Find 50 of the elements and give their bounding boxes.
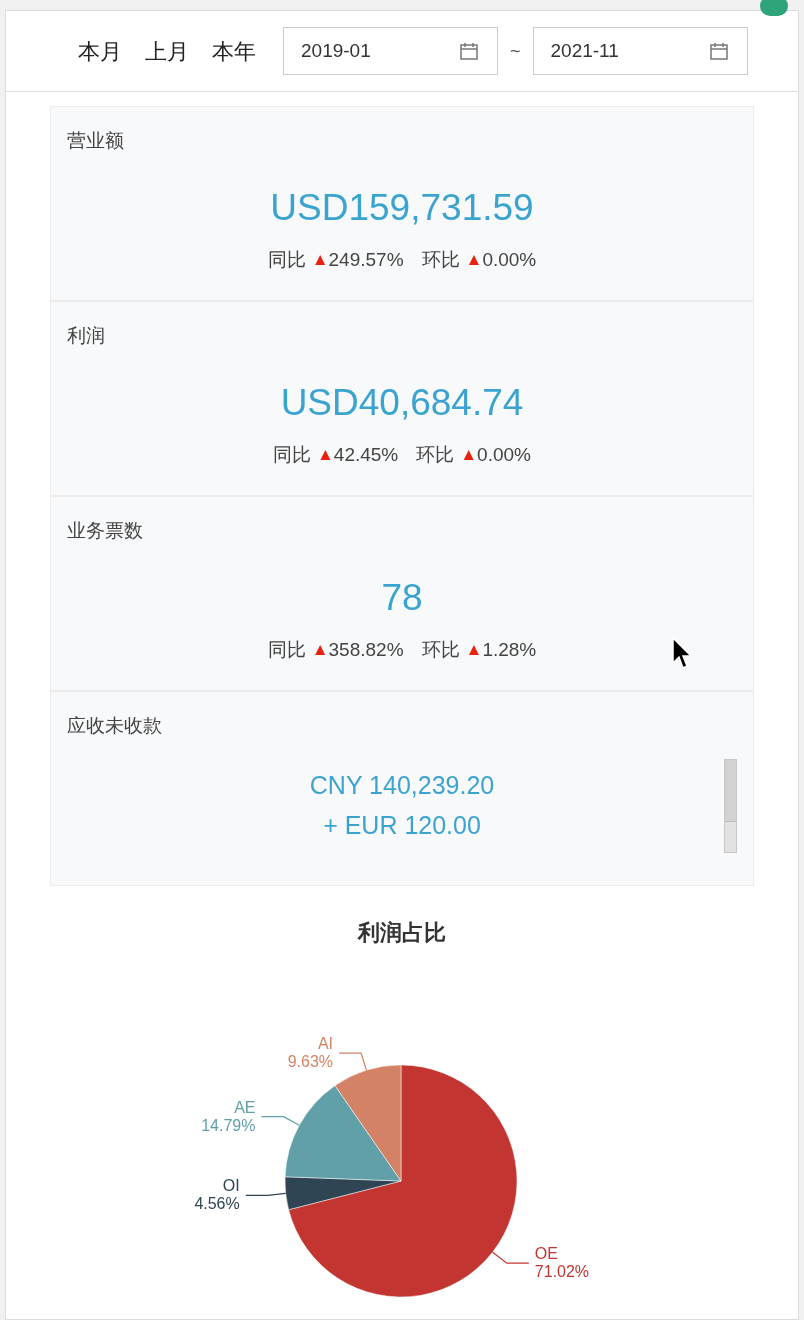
trend-arrow: ▲ (465, 249, 483, 271)
cursor-icon (671, 637, 695, 671)
range-separator: ~ (510, 39, 521, 63)
stat-label: 同比 (267, 247, 306, 272)
card-value: USD159,731.59 (270, 185, 534, 230)
stat-value: 42.45% (333, 442, 399, 467)
slice-value: 4.56% (194, 1195, 240, 1213)
slice-label: OI (222, 1177, 240, 1195)
slice-label: AI (317, 1035, 334, 1053)
slice-value: 9.63% (287, 1053, 334, 1071)
card-value: + EUR 120.00 (323, 809, 481, 841)
slice-label: OE (534, 1245, 558, 1263)
stat-label: 同比 (267, 637, 306, 662)
leader-line (492, 1251, 530, 1264)
card-value: USD40,684.74 (280, 380, 524, 425)
leader-line (260, 1116, 300, 1126)
card-title: 业务票数 (67, 519, 143, 543)
trend-arrow: ▲ (311, 249, 329, 271)
stat-value: 0.00% (477, 442, 531, 467)
trend-arrow: ▲ (460, 444, 478, 466)
range-link[interactable]: 上月 (145, 34, 189, 68)
leader-line (245, 1192, 287, 1196)
card-value: 78 (381, 575, 423, 620)
date-field[interactable]: 2021-11 (532, 27, 748, 75)
trend-arrow: ▲ (311, 639, 329, 661)
slice-value: 14.79% (201, 1116, 256, 1134)
chart-title: 利润占比 (358, 919, 446, 947)
stat-value: 358.82% (328, 637, 404, 662)
range-link[interactable]: 本年 (212, 34, 256, 68)
card-title: 营业额 (67, 129, 124, 153)
date-field[interactable]: 2019-01 (283, 27, 498, 75)
stat-value: 0.00% (482, 247, 537, 272)
stat-value: 249.57% (328, 247, 404, 272)
slice-value: 71.02% (534, 1263, 590, 1281)
card-title: 利润 (67, 324, 105, 348)
scrollbar[interactable] (724, 759, 737, 853)
leader-line (338, 1052, 368, 1071)
slice-label: AE (234, 1098, 256, 1116)
range-link[interactable]: 本月 (78, 34, 122, 68)
stat-label: 同比 (273, 442, 311, 467)
trend-arrow: ▲ (317, 444, 334, 466)
stat-label: 环比 (421, 247, 460, 272)
card-value: CNY 140,239.20 (309, 769, 495, 801)
stat-label: 环比 (421, 637, 460, 662)
trend-arrow: ▲ (465, 639, 483, 661)
card-title: 应收未收款 (67, 714, 162, 738)
calendar-icon (708, 41, 729, 61)
stat-value: 1.28% (482, 637, 537, 662)
calendar-icon (459, 41, 479, 61)
stat-label: 环比 (416, 442, 455, 467)
